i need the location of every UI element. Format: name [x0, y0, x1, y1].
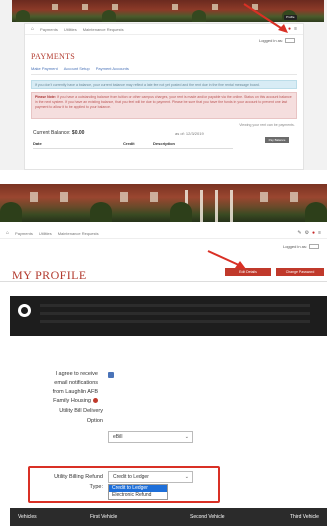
user-profile-icon[interactable]: ● [312, 230, 315, 236]
breadcrumb-payments[interactable]: Payments [15, 231, 33, 236]
info-message: If you don't currently have a balance, y… [31, 80, 297, 89]
payment-table-header: Date Credit Description [33, 141, 233, 146]
profile-screenshot-panel: ⌂ Payments Utilities Maintenance Request… [0, 184, 327, 344]
menu-icon[interactable]: ≡ [318, 230, 321, 236]
tab-make-payment[interactable]: Make Payment [31, 66, 58, 71]
top-toolbar: ⌂ Payments Utilities Maintenance Request… [0, 228, 327, 239]
page-title: PAYMENTS [31, 52, 76, 61]
alert-text: If you have a outstanding balance from t… [35, 95, 292, 109]
annotation-arrow-icon [243, 3, 288, 33]
avatar [18, 304, 31, 317]
breadcrumb-utilities[interactable]: Utilities [39, 231, 52, 236]
col-description: Description [153, 141, 176, 146]
option-electronic-refund[interactable]: Electronic Refund [109, 492, 167, 499]
payments-screenshot-panel: ⌂ Payments Utilities Maintenance Request… [0, 0, 327, 170]
payments-card: ⌂ Payments Utilities Maintenance Request… [24, 23, 304, 170]
email-notification-label: I agree to receive email notifications f… [52, 371, 98, 404]
pay-info-text: Viewing your rent can be payments. [239, 123, 295, 127]
change-password-button[interactable]: Change Password [276, 268, 324, 276]
header-banner-image [0, 184, 327, 222]
col-date: Date [33, 141, 42, 146]
breadcrumb-maintenance[interactable]: Maintenance Requests [58, 231, 99, 236]
alert-title: Please Note: [35, 95, 57, 99]
tab-payment-accounts[interactable]: Payment Accounts [96, 66, 129, 71]
delivery-option-select[interactable]: eBill ⌄ [108, 431, 193, 443]
vehicles-table-header: Vehicles First Vehicle Second Vehicle Th… [10, 508, 327, 526]
edit-icon[interactable]: ✎ [297, 230, 301, 236]
home-icon[interactable]: ⌂ [31, 26, 34, 32]
breadcrumb-utilities[interactable]: Utilities [64, 27, 77, 32]
alert-message: Please Note: If you have a outstanding b… [31, 92, 297, 119]
delivery-option-label: Utility Bill Delivery Option [59, 408, 103, 424]
profile-detail-band [10, 296, 327, 336]
refund-type-dropdown: Credit to Ledger Electronic Refund [108, 484, 168, 500]
email-notification-checkbox[interactable] [108, 372, 114, 378]
col-first-vehicle: First Vehicle [90, 514, 118, 520]
form-screenshot-panel: I agree to receive email notifications f… [0, 358, 327, 526]
current-balance: Current Balance: $0.00 [33, 130, 85, 136]
col-vehicles: Vehicles [18, 514, 37, 520]
help-icon[interactable] [93, 398, 98, 404]
refund-type-select[interactable]: Credit to Ledger ⌄ [108, 471, 193, 483]
option-credit-to-ledger[interactable]: Credit to Ledger [109, 485, 167, 492]
col-third-vehicle: Third Vehicle [290, 514, 319, 520]
col-second-vehicle: Second Vehicle [190, 514, 225, 520]
settings-icon[interactable]: ⚙ [305, 230, 309, 236]
payment-tabs: Make Payment Account Setup Payment Accou… [31, 66, 129, 71]
balance-date: as of: 12/3/2019 [175, 131, 204, 136]
logged-in-indicator: Logged in as: [283, 244, 319, 250]
annotation-arrow-icon [207, 250, 246, 269]
home-icon[interactable]: ⌂ [6, 230, 9, 236]
chevron-down-icon: ⌄ [184, 434, 189, 440]
breadcrumb-payments[interactable]: Payments [40, 27, 58, 32]
pay-balance-button[interactable]: Pay Balance [265, 137, 289, 143]
chevron-down-icon: ⌄ [184, 474, 189, 480]
col-credit: Credit [123, 141, 135, 146]
tab-account-setup[interactable]: Account Setup [64, 66, 90, 71]
breadcrumb-maintenance[interactable]: Maintenance Requests [83, 27, 124, 32]
refund-type-label: Utility Billing Refund Type: [54, 474, 103, 490]
